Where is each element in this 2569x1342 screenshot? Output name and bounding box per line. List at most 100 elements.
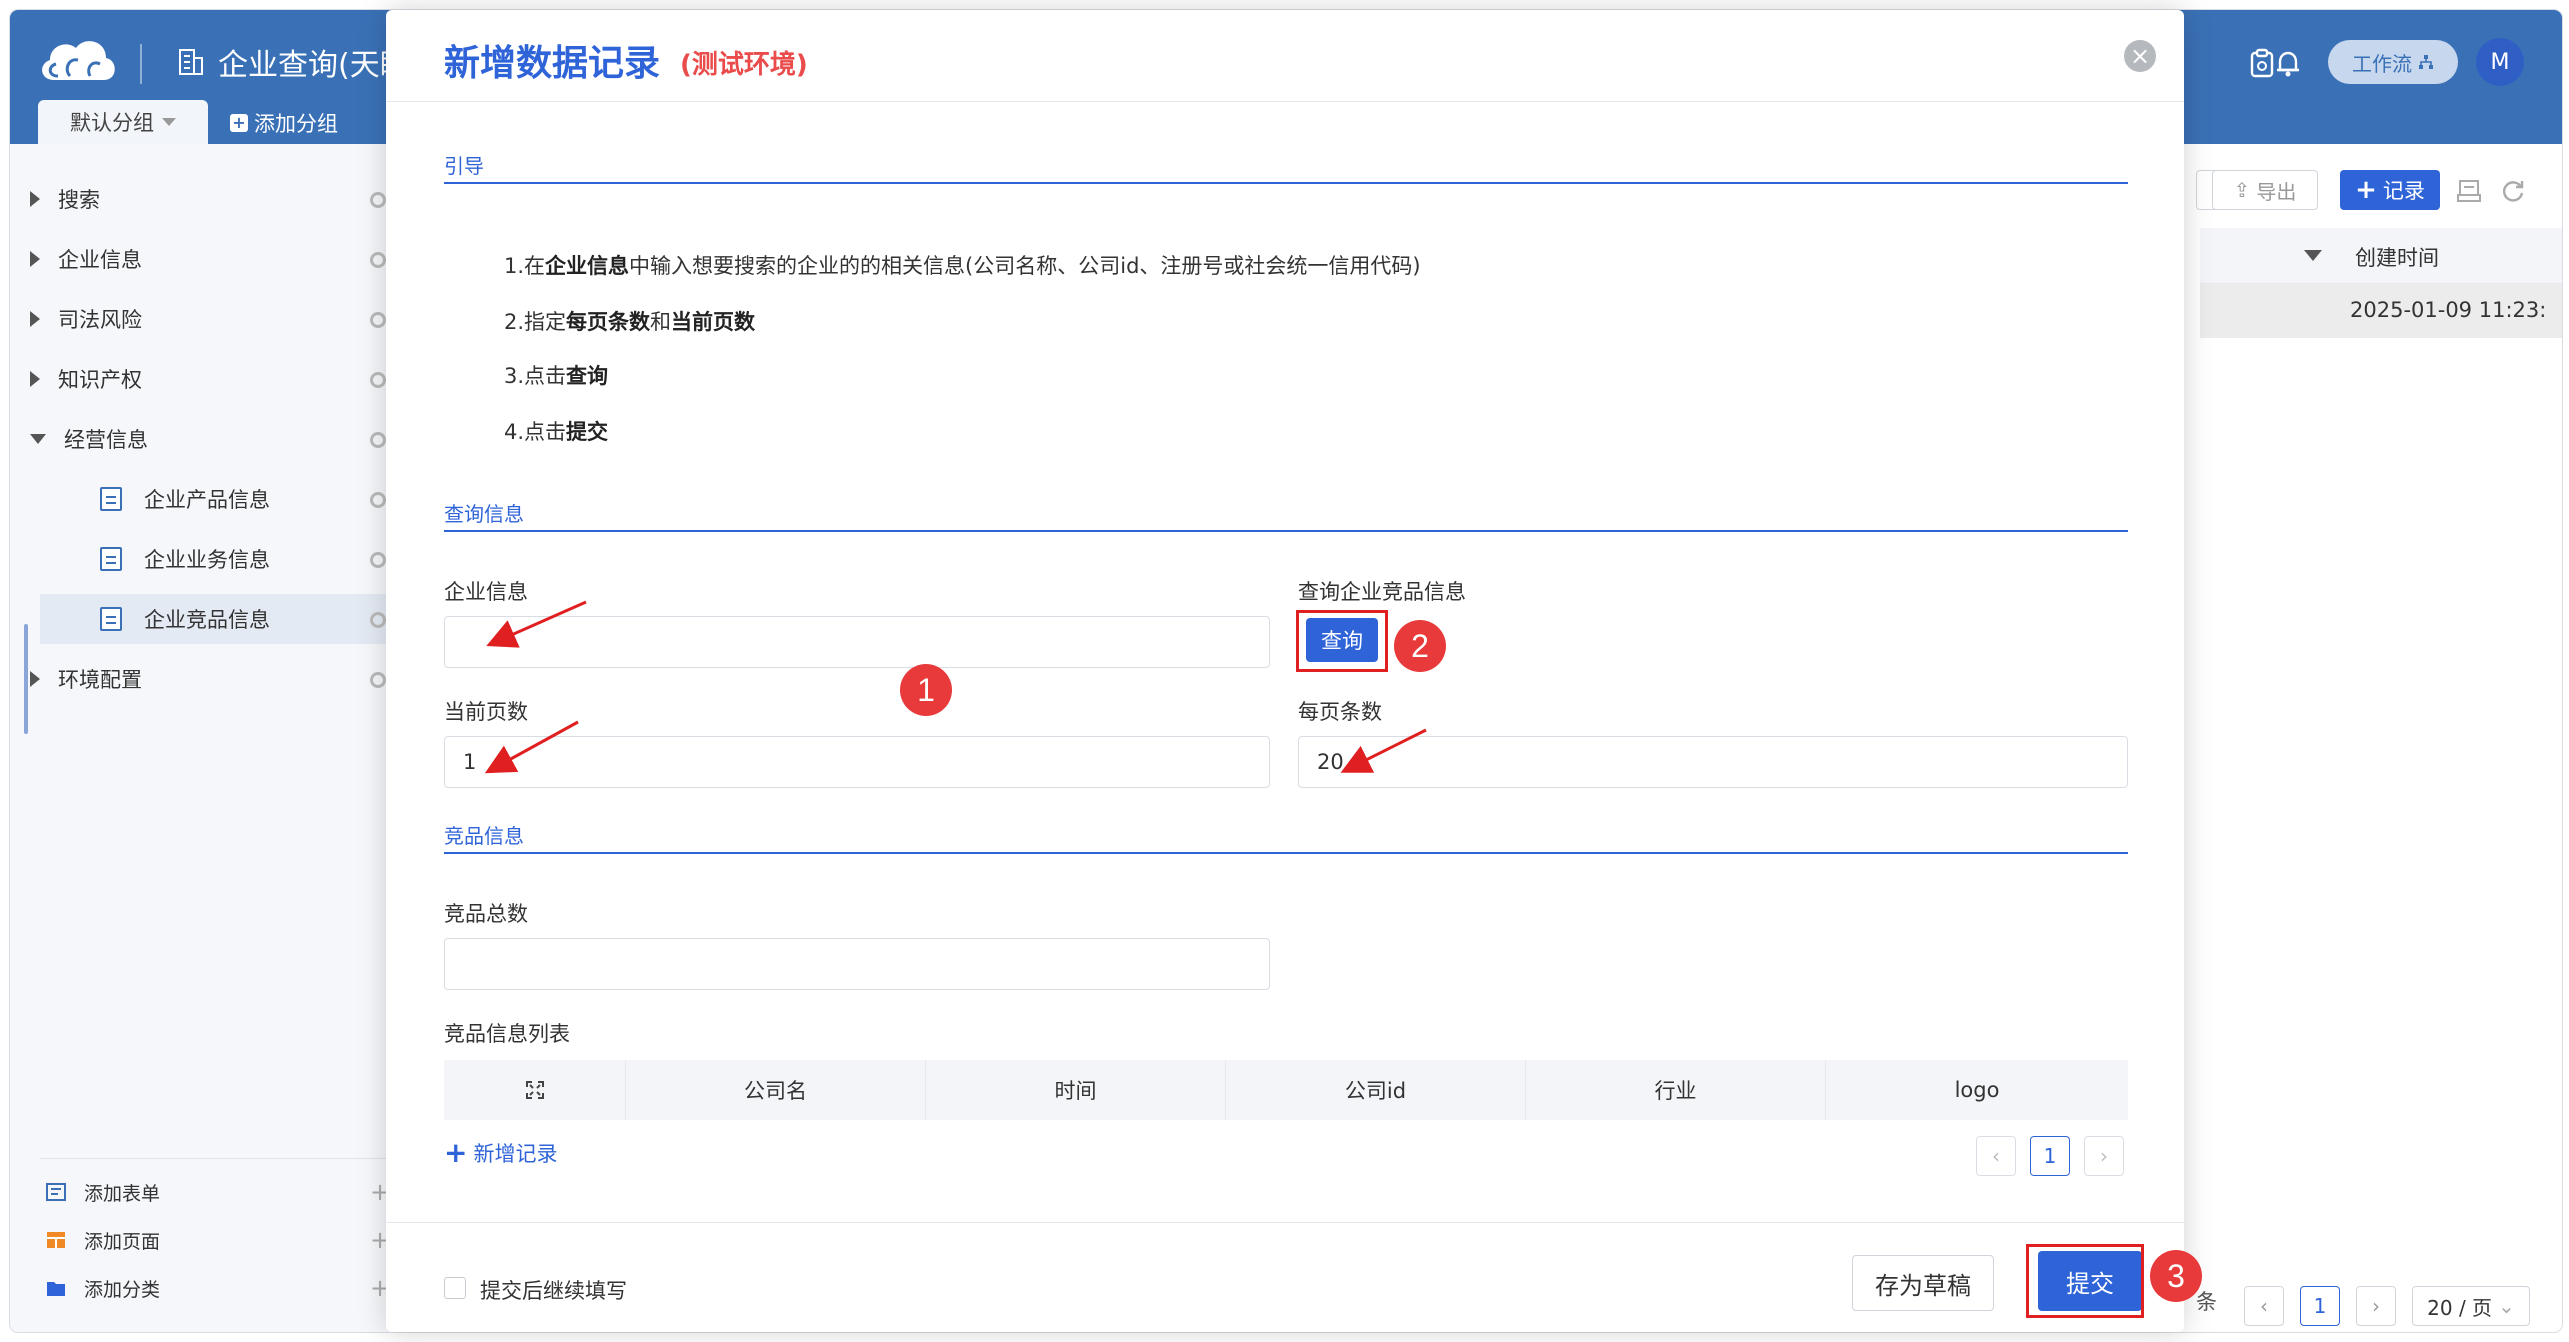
sidebar-item-label: 企业产品信息 xyxy=(144,488,270,512)
column-industry: 行业 xyxy=(1526,1060,1826,1120)
plus-icon: + xyxy=(2355,175,2377,205)
company-info-input[interactable] xyxy=(444,616,1270,668)
column-time: 时间 xyxy=(926,1060,1226,1120)
gear-icon[interactable] xyxy=(370,492,386,508)
folder-icon xyxy=(47,1282,65,1296)
add-page-label: 添加页面 xyxy=(84,1230,161,1253)
add-form-button[interactable]: 添加表单 + xyxy=(46,1172,390,1212)
add-page-button[interactable]: 添加页面 + xyxy=(46,1220,390,1260)
sidebar-item-label: 搜索 xyxy=(58,188,100,212)
sidebar-item-company-info[interactable]: 企业信息 xyxy=(30,234,390,284)
gear-icon[interactable] xyxy=(370,612,386,628)
sidebar-scroll-indicator xyxy=(24,624,28,734)
column-created-time[interactable]: 创建时间 xyxy=(2355,242,2439,272)
chevron-down-icon: ⌄ xyxy=(2498,1294,2515,1318)
clipboard-icon[interactable] xyxy=(2248,48,2276,78)
print-icon[interactable] xyxy=(2456,178,2482,204)
sidebar-item-label: 环境配置 xyxy=(58,668,142,692)
caret-down-icon[interactable] xyxy=(2304,250,2322,261)
title-separator xyxy=(140,44,142,84)
expand-icon[interactable] xyxy=(444,1060,626,1120)
next-page-button[interactable]: › xyxy=(2356,1286,2396,1326)
add-record-button[interactable]: + 记录 xyxy=(2340,170,2440,210)
table-header: 创建时间 xyxy=(2200,228,2562,284)
save-draft-button[interactable]: 存为草稿 xyxy=(1852,1255,1994,1311)
sidebar-item-ip[interactable]: 知识产权 xyxy=(30,354,390,404)
column-company-name: 公司名 xyxy=(626,1060,926,1120)
gear-icon[interactable] xyxy=(370,252,386,268)
default-group-label: 默认分组 xyxy=(70,111,154,135)
caret-down-icon xyxy=(162,118,176,126)
bell-icon[interactable] xyxy=(2274,48,2302,78)
export-label: 导出 xyxy=(2256,179,2297,204)
gear-icon[interactable] xyxy=(370,552,386,568)
dialog-header: 新增数据记录 (测试环境) × xyxy=(386,10,2184,102)
refresh-icon[interactable] xyxy=(2500,178,2526,204)
caret-right-icon xyxy=(30,251,40,267)
sidebar-item-operations[interactable]: 经营信息 xyxy=(30,414,390,464)
company-info-label: 企业信息 xyxy=(444,580,528,604)
gear-icon[interactable] xyxy=(370,192,386,208)
guide-step-3: 3.点击查询 xyxy=(504,364,609,388)
competitor-list-label: 竞品信息列表 xyxy=(444,1022,570,1046)
sidebar-item-search[interactable]: 搜索 xyxy=(30,174,390,224)
plus-square-icon: + xyxy=(230,114,248,132)
building-icon xyxy=(179,49,203,75)
upload-icon: ⇪ xyxy=(2233,178,2251,202)
section-divider xyxy=(444,182,2128,184)
sidebar-item-competitors[interactable]: 企业竞品信息 xyxy=(40,594,390,644)
gear-icon[interactable] xyxy=(370,672,386,688)
section-title-query: 查询信息 xyxy=(444,502,524,526)
gear-icon[interactable] xyxy=(370,432,386,448)
section-divider xyxy=(444,852,2128,854)
page-grid-icon xyxy=(47,1232,65,1248)
next-page-button[interactable]: › xyxy=(2084,1136,2124,1176)
sidebar-divider xyxy=(40,1158,390,1159)
sidebar-item-products[interactable]: 企业产品信息 xyxy=(100,474,390,524)
column-logo: logo xyxy=(1954,1078,2000,1102)
dialog-title: 新增数据记录 xyxy=(444,43,661,84)
sidebar-item-label: 企业业务信息 xyxy=(144,548,270,572)
continue-after-submit-label[interactable]: 提交后继续填写 xyxy=(480,1275,627,1305)
current-page-input[interactable]: 1 xyxy=(444,736,1270,788)
page-size-select[interactable]: 20 / 页 ⌄ xyxy=(2412,1286,2530,1326)
sidebar-item-legal-risk[interactable]: 司法风险 xyxy=(30,294,390,344)
close-icon[interactable]: × xyxy=(2124,40,2156,72)
form-doc-icon xyxy=(100,607,122,631)
caret-right-icon xyxy=(30,371,40,387)
continue-after-submit-checkbox[interactable] xyxy=(444,1277,466,1299)
sidebar-item-env-config[interactable]: 环境配置 xyxy=(30,654,390,704)
guide-step-2: 2.指定每页条数和当前页数 xyxy=(504,310,756,334)
table-row[interactable]: 2025-01-09 11:23: xyxy=(2200,284,2562,338)
form-doc-icon xyxy=(100,487,122,511)
annotation-highlight-query xyxy=(1296,610,1388,672)
sidebar-item-business[interactable]: 企业业务信息 xyxy=(100,534,390,584)
section-divider xyxy=(444,530,2128,532)
gear-icon[interactable] xyxy=(370,312,386,328)
prev-page-button[interactable]: ‹ xyxy=(2244,1286,2284,1326)
sidebar-item-label: 知识产权 xyxy=(58,368,142,392)
guide-step-1: 1.在企业信息中输入想要搜索的企业的的相关信息(公司名称、公司id、注册号或社会… xyxy=(504,254,1421,278)
page-1-button[interactable]: 1 xyxy=(2300,1286,2340,1326)
app-title-text: 企业查询(天眼 xyxy=(218,48,410,83)
user-avatar[interactable]: M xyxy=(2476,38,2524,86)
annotation-badge-2: 2 xyxy=(1394,620,1446,672)
competitor-total-input[interactable] xyxy=(444,938,1270,990)
add-form-label: 添加表单 xyxy=(84,1182,161,1205)
page-1-button[interactable]: 1 xyxy=(2030,1136,2070,1176)
add-row-button[interactable]: + 新增记录 xyxy=(444,1138,557,1168)
workflow-button[interactable]: 工作流 xyxy=(2328,40,2458,84)
current-page-label: 当前页数 xyxy=(444,700,528,724)
default-group-tab[interactable]: 默认分组 xyxy=(38,100,208,144)
add-category-button[interactable]: 添加分类 + xyxy=(46,1268,390,1308)
prev-page-button[interactable]: ‹ xyxy=(1976,1136,2016,1176)
export-button[interactable]: ⇪ 导出 xyxy=(2212,170,2318,210)
sidebar-item-label: 企业信息 xyxy=(58,248,142,272)
sidebar: 搜索 企业信息 司法风险 知识产权 经营信息 企业产品信息 企业业务信息 企业竞… xyxy=(10,144,390,1332)
app-title: 企业查询(天眼 xyxy=(176,40,410,84)
gear-icon[interactable] xyxy=(370,372,386,388)
caret-right-icon xyxy=(30,191,40,207)
per-page-input[interactable]: 20 xyxy=(1298,736,2128,788)
add-group-button[interactable]: + 添加分组 xyxy=(230,108,338,138)
annotation-highlight-submit xyxy=(2026,1244,2144,1318)
